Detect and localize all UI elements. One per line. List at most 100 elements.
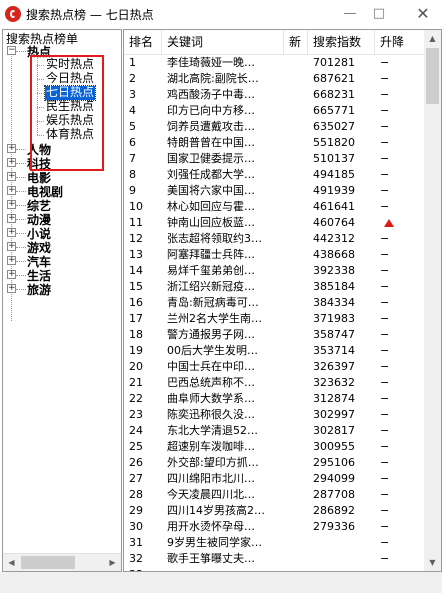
table-row[interactable]: 31 9岁男生被同学家… −: [124, 535, 424, 551]
expand-icon[interactable]: +: [7, 228, 16, 237]
maximize-button[interactable]: □: [364, 3, 394, 25]
keyword-cell[interactable]: 超速别车泼咖啡…: [162, 439, 284, 455]
table-row[interactable]: 1 李佳琦薇娅一晚… 701281 −: [124, 55, 424, 71]
tree-category-node[interactable]: + 综艺: [7, 198, 117, 213]
expand-icon[interactable]: +: [7, 256, 16, 265]
table-row[interactable]: 27 四川绵阳市北川… 294099 −: [124, 471, 424, 487]
column-header-index[interactable]: 搜索指数: [308, 30, 375, 54]
table-row[interactable]: 7 国家卫健委提示… 510137 −: [124, 151, 424, 167]
keyword-cell[interactable]: 兰州2名大学生南…: [162, 311, 284, 327]
column-header-rank[interactable]: 排名: [124, 30, 162, 54]
table-row[interactable]: 15 浙江绍兴新冠疫… 385184 −: [124, 279, 424, 295]
keyword-cell[interactable]: 阿塞拜疆士兵阵…: [162, 247, 284, 263]
keyword-cell[interactable]: 巴西总统声称不…: [162, 375, 284, 391]
tree-category-label[interactable]: 旅游: [27, 281, 51, 298]
keyword-cell[interactable]: 李佳琦薇娅一晚…: [162, 55, 284, 71]
scroll-down-arrow-icon[interactable]: ▼: [424, 554, 441, 571]
keyword-cell[interactable]: 美国将六家中国…: [162, 183, 284, 199]
table-row[interactable]: 16 青岛:新冠病毒可… 384334 −: [124, 295, 424, 311]
tree-horizontal-scrollbar[interactable]: ◀ ▶: [3, 553, 121, 571]
keyword-cell[interactable]: 钟南山回应板蓝…: [162, 215, 284, 231]
table-row[interactable]: 12 张志超将领取约3… 442312 −: [124, 231, 424, 247]
table-row[interactable]: 6 特朗普曾在中国… 551820 −: [124, 135, 424, 151]
table-row[interactable]: 30 用开水烫怀孕母… 279336 −: [124, 519, 424, 535]
keyword-cell[interactable]: 刘强任成都大学…: [162, 167, 284, 183]
scroll-left-arrow-icon[interactable]: ◀: [3, 554, 20, 571]
keyword-cell[interactable]: 00后大学生发明…: [162, 343, 284, 359]
tree-category-node[interactable]: + 汽车: [7, 254, 117, 269]
table-row[interactable]: 21 巴西总统声称不… 323632 −: [124, 375, 424, 391]
tree-category-node[interactable]: + 动漫: [7, 212, 117, 227]
keyword-cell[interactable]: 青岛:新冠病毒可…: [162, 295, 284, 311]
keyword-cell[interactable]: 陈奕迅称很久没…: [162, 407, 284, 423]
scrollbar-thumb[interactable]: [426, 48, 439, 104]
expand-icon[interactable]: +: [7, 214, 16, 223]
expand-icon[interactable]: +: [7, 186, 16, 195]
scroll-up-arrow-icon[interactable]: ▲: [424, 30, 441, 47]
table-row[interactable]: 5 饲养员遭戴攻击… 635027 −: [124, 119, 424, 135]
keyword-cell[interactable]: 张志超将领取约3…: [162, 231, 284, 247]
keyword-cell[interactable]: 9岁男生被同学家…: [162, 535, 284, 551]
column-header-new[interactable]: 新: [284, 30, 308, 54]
keyword-cell[interactable]: 林心如回应与霍…: [162, 199, 284, 215]
minimize-button[interactable]: —: [335, 3, 365, 25]
tree-category-node[interactable]: + 电视剧: [7, 184, 117, 199]
table-row[interactable]: 9 美国将六家中国… 491939 −: [124, 183, 424, 199]
keyword-cell[interactable]: 外交部:望印方抓…: [162, 455, 284, 471]
table-row[interactable]: 11 钟南山回应板蓝… 460764: [124, 215, 424, 231]
scrollbar-thumb[interactable]: [21, 556, 75, 569]
table-row[interactable]: 8 刘强任成都大学… 494185 −: [124, 167, 424, 183]
table-row[interactable]: 3 鸡西酸汤子中毒… 668231 −: [124, 87, 424, 103]
close-button[interactable]: ✕: [408, 3, 438, 25]
scroll-right-arrow-icon[interactable]: ▶: [104, 554, 121, 571]
table-row[interactable]: 29 四川14岁男孩高2… 286892 −: [124, 503, 424, 519]
expand-icon[interactable]: +: [7, 242, 16, 251]
keyword-cell[interactable]: 四川14岁男孩高2…: [162, 503, 284, 519]
table-row[interactable]: 32 歌手王箏曝丈夫… −: [124, 551, 424, 567]
expand-icon[interactable]: +: [7, 270, 16, 279]
keyword-cell[interactable]: 四川绵阳市北川…: [162, 471, 284, 487]
keyword-cell[interactable]: 浙江绍兴新冠疫…: [162, 279, 284, 295]
expand-icon[interactable]: +: [7, 200, 16, 209]
table-row[interactable]: 18 警方通报男子网… 358747 −: [124, 327, 424, 343]
table-row[interactable]: 22 曲阜师大数学系… 312874 −: [124, 391, 424, 407]
category-tree[interactable]: 搜索热点榜单 − 热点 实时热点 今日热点 七日热点 民生热点 娱乐热点 体育热点 + 人…: [2, 29, 122, 572]
table-row[interactable]: 2 湖北高院:副院长… 687621 −: [124, 71, 424, 87]
expand-icon[interactable]: +: [7, 284, 16, 293]
column-header-keyword[interactable]: 关键词: [162, 30, 284, 54]
table-row[interactable]: 26 外交部:望印方抓… 295106 −: [124, 455, 424, 471]
column-header-trend[interactable]: 升降: [375, 30, 420, 54]
keyword-cell[interactable]: 曲阜师大数学系…: [162, 391, 284, 407]
table-row[interactable]: 23 陈奕迅称很久没… 302997 −: [124, 407, 424, 423]
tree-category-node[interactable]: + 小说: [7, 226, 117, 241]
keyword-cell[interactable]: 湖北高院:副院长…: [162, 71, 284, 87]
table-row[interactable]: 17 兰州2名大学生南… 371983 −: [124, 311, 424, 327]
keyword-cell[interactable]: 易烊千玺弟弟创…: [162, 263, 284, 279]
keyword-cell[interactable]: 用开水烫怀孕母…: [162, 519, 284, 535]
tree-category-node[interactable]: + 电影: [7, 170, 117, 185]
keyword-cell[interactable]: 特朗普曾在中国…: [162, 135, 284, 151]
table-row[interactable]: 24 东北大学清退52… 302817 −: [124, 423, 424, 439]
collapse-icon[interactable]: −: [7, 46, 16, 55]
keyword-cell[interactable]: 歌手王箏曝丈夫…: [162, 551, 284, 567]
keyword-cell[interactable]: 中国士兵在中印…: [162, 359, 284, 375]
keyword-cell[interactable]: 东北大学清退52…: [162, 423, 284, 439]
table-row[interactable]: 28 今天凌晨四川北… 287708 −: [124, 487, 424, 503]
keyword-cell[interactable]: 今天凌晨四川北…: [162, 487, 284, 503]
tree-category-node[interactable]: + 生活: [7, 268, 117, 283]
keyword-cell[interactable]: 饲养员遭戴攻击…: [162, 119, 284, 135]
table-row[interactable]: 13 阿塞拜疆士兵阵… 438668 −: [124, 247, 424, 263]
table-row[interactable]: 19 00后大学生发明… 353714 −: [124, 343, 424, 359]
keyword-cell[interactable]: 国家卫健委提示…: [162, 151, 284, 167]
table-row[interactable]: 14 易烊千玺弟弟创… 392338 −: [124, 263, 424, 279]
keyword-cell[interactable]: 印方已向中方移…: [162, 103, 284, 119]
table-row[interactable]: 25 超速别车泼咖啡… 300955 −: [124, 439, 424, 455]
keyword-cell[interactable]: 警方通报男子网…: [162, 327, 284, 343]
tree-category-node[interactable]: + 游戏: [7, 240, 117, 255]
expand-icon[interactable]: +: [7, 172, 16, 181]
table-row[interactable]: 10 林心如回应与霍… 461641 −: [124, 199, 424, 215]
tree-category-node[interactable]: + 旅游: [7, 281, 117, 298]
table-row[interactable]: 4 印方已向中方移… 665771 −: [124, 103, 424, 119]
keyword-cell[interactable]: 鸡西酸汤子中毒…: [162, 87, 284, 103]
table-vertical-scrollbar[interactable]: ▲ ▼: [424, 30, 441, 571]
